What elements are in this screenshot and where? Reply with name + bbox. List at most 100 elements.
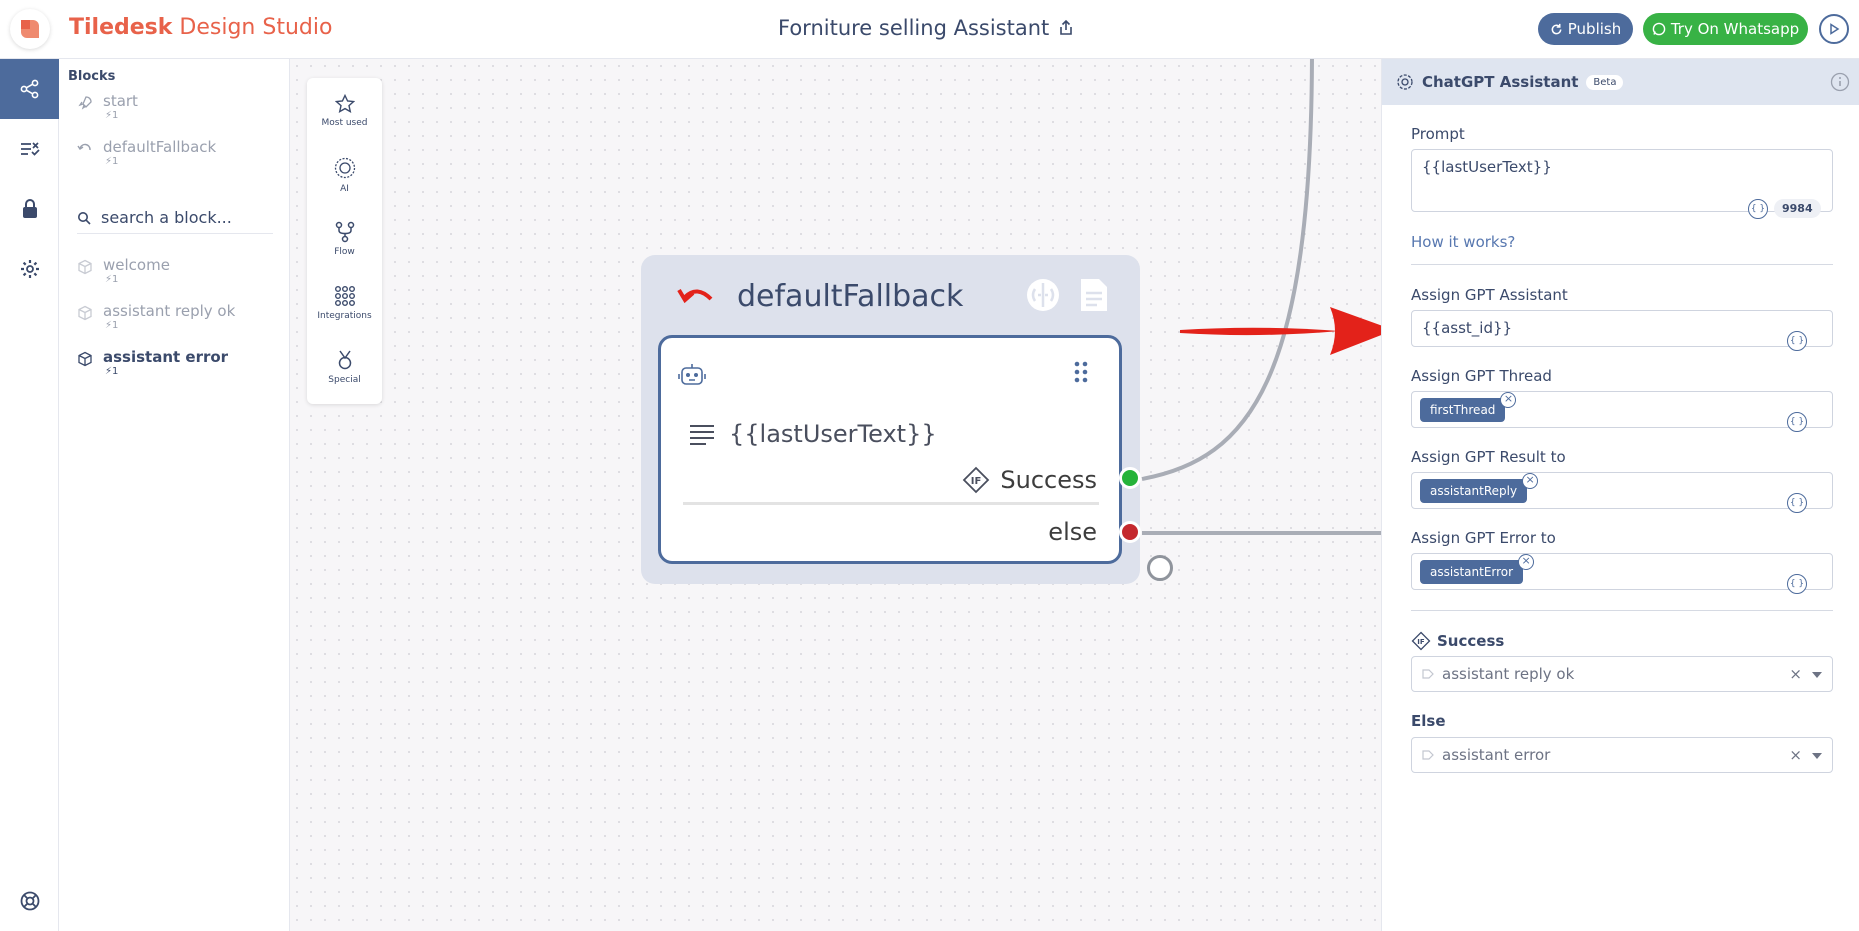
assign-error-label: Assign GPT Error to bbox=[1411, 529, 1556, 547]
prompt-textarea[interactable]: {{lastUserText}} { } 9984 bbox=[1411, 149, 1833, 219]
assign-assistant-input[interactable]: {{asst_id}} { } bbox=[1411, 310, 1833, 351]
assign-result-label: Assign GPT Result to bbox=[1411, 448, 1566, 466]
block-item-assistant-reply-ok[interactable]: assistant reply ok ⚡1 bbox=[77, 302, 235, 331]
palette-label: Integrations bbox=[317, 311, 372, 321]
search-input[interactable] bbox=[101, 208, 261, 227]
palette-integrations[interactable]: Integrations bbox=[307, 273, 382, 333]
assign-assistant-value: {{asst_id}} bbox=[1422, 319, 1513, 337]
share-nodes-icon bbox=[20, 79, 38, 99]
block-item-name: assistant reply ok bbox=[103, 302, 236, 320]
flow-node-defaultfallback[interactable]: defaultFallback {{lastUserText}} IF Succ… bbox=[641, 255, 1140, 584]
palette-most-used[interactable]: Most used bbox=[307, 81, 382, 141]
thread-variable-button[interactable]: { } bbox=[1787, 412, 1807, 432]
red-arrow-shaft bbox=[1180, 327, 1340, 336]
node-title: defaultFallback bbox=[737, 279, 964, 314]
try-on-whatsapp-button[interactable]: Try On Whatsapp bbox=[1643, 13, 1808, 45]
remove-chip-icon[interactable]: × bbox=[1518, 554, 1535, 570]
prompt-label: Prompt bbox=[1411, 125, 1465, 143]
document-icon[interactable] bbox=[1077, 277, 1111, 313]
rail-item-secrets[interactable] bbox=[0, 179, 59, 239]
palette-flow[interactable]: Flow bbox=[307, 209, 382, 269]
document-title-text: Forniture selling Assistant bbox=[778, 16, 1050, 40]
rail-item-flow[interactable] bbox=[0, 59, 59, 119]
drag-handle-icon[interactable] bbox=[1073, 360, 1089, 384]
palette-ai[interactable]: AI bbox=[307, 145, 382, 205]
block-item-count: ⚡1 bbox=[105, 366, 119, 377]
remove-chip-icon[interactable]: × bbox=[1500, 392, 1517, 408]
clear-icon[interactable]: × bbox=[1789, 746, 1802, 764]
undo-icon bbox=[677, 288, 713, 303]
whatsapp-label: Try On Whatsapp bbox=[1670, 20, 1800, 38]
play-icon bbox=[1830, 23, 1840, 35]
block-item-name: start bbox=[103, 92, 138, 110]
node-action-card[interactable]: {{lastUserText}} IF Success else bbox=[658, 335, 1122, 564]
flow-canvas[interactable]: Most used AI Flow Integrations Special d… bbox=[290, 59, 1381, 931]
block-item-assistant-error[interactable]: assistant error ⚡1 bbox=[77, 348, 228, 377]
rail-item-intents[interactable] bbox=[0, 119, 59, 179]
chevron-down-icon[interactable] bbox=[1812, 672, 1822, 678]
clear-icon[interactable]: × bbox=[1789, 665, 1802, 683]
success-connector bbox=[1141, 59, 1314, 481]
play-button[interactable] bbox=[1819, 14, 1849, 44]
refresh-icon bbox=[1551, 23, 1562, 34]
remove-chip-icon[interactable]: × bbox=[1522, 473, 1539, 489]
result-variable-button[interactable]: { } bbox=[1787, 493, 1807, 513]
tiledesk-logo[interactable] bbox=[10, 9, 50, 49]
block-item-name: defaultFallback bbox=[103, 138, 217, 156]
flow-branch-icon bbox=[335, 221, 354, 243]
thread-chip: firstThread × bbox=[1420, 392, 1517, 422]
prompt-char-counter: 9984 bbox=[1774, 199, 1821, 218]
left-icon-rail bbox=[0, 59, 59, 931]
palette-special[interactable]: Special bbox=[307, 337, 382, 397]
tag-icon bbox=[1422, 750, 1434, 760]
condition-if-icon: IF bbox=[963, 466, 990, 494]
block-item-welcome[interactable]: welcome ⚡1 bbox=[77, 256, 170, 285]
block-item-count: ⚡1 bbox=[105, 110, 119, 121]
tiledesk-logo-icon bbox=[21, 20, 39, 38]
palette-label: Most used bbox=[321, 118, 368, 128]
how-it-works-link[interactable]: How it works? bbox=[1411, 233, 1515, 251]
svg-text:IF: IF bbox=[1417, 638, 1425, 646]
document-title: Forniture selling Assistant bbox=[778, 16, 1075, 40]
info-icon[interactable] bbox=[1830, 72, 1850, 92]
beta-badge: Beta bbox=[1586, 74, 1624, 90]
success-block-select[interactable]: assistant reply ok × bbox=[1411, 656, 1833, 692]
rail-item-help[interactable] bbox=[0, 871, 59, 931]
palette-label: Special bbox=[328, 375, 361, 385]
star-icon bbox=[334, 94, 355, 113]
else-select-text: assistant error bbox=[1442, 746, 1551, 764]
blocks-title: Blocks bbox=[68, 69, 116, 84]
block-item-count: ⚡1 bbox=[105, 320, 119, 331]
lifebuoy-icon bbox=[20, 891, 39, 911]
assistant-variable-button[interactable]: { } bbox=[1787, 331, 1807, 351]
node-header-icons bbox=[1025, 277, 1111, 313]
success-port[interactable] bbox=[1119, 467, 1141, 489]
brain-icon[interactable] bbox=[1025, 277, 1061, 313]
tag-icon bbox=[1422, 669, 1434, 679]
publish-button[interactable]: Publish bbox=[1538, 13, 1633, 45]
assign-thread-input[interactable]: firstThread × { } bbox=[1411, 391, 1833, 432]
action-detail-panel: ChatGPT Assistant Beta Prompt {{lastUser… bbox=[1381, 59, 1859, 931]
node-success-branch: IF Success bbox=[962, 466, 1097, 494]
rail-item-settings[interactable] bbox=[0, 239, 59, 299]
block-item-defaultfallback[interactable]: defaultFallback ⚡1 bbox=[77, 138, 216, 167]
success-select-text: assistant reply ok bbox=[1442, 665, 1575, 683]
chevron-down-icon[interactable] bbox=[1812, 753, 1822, 759]
prompt-variable-button[interactable]: { } bbox=[1748, 199, 1768, 219]
grid-dots-icon bbox=[334, 286, 355, 306]
empty-port[interactable] bbox=[1147, 555, 1173, 581]
assign-result-input[interactable]: assistantReply × { } bbox=[1411, 472, 1833, 513]
block-palette: Most used AI Flow Integrations Special bbox=[307, 78, 382, 404]
block-item-start[interactable]: start ⚡1 bbox=[77, 92, 138, 121]
error-variable-button[interactable]: { } bbox=[1787, 574, 1807, 594]
gear-icon bbox=[20, 260, 39, 278]
assign-error-input[interactable]: assistantError × { } bbox=[1411, 553, 1833, 594]
text-lines-icon bbox=[690, 425, 714, 445]
result-chip-label: assistantReply bbox=[1430, 484, 1518, 498]
else-block-select[interactable]: assistant error × bbox=[1411, 737, 1833, 773]
success-section-label: IF Success bbox=[1411, 631, 1504, 651]
share-icon[interactable] bbox=[1057, 19, 1075, 37]
card-divider bbox=[683, 502, 1099, 505]
else-section-label: Else bbox=[1411, 712, 1446, 730]
else-port[interactable] bbox=[1119, 521, 1141, 543]
